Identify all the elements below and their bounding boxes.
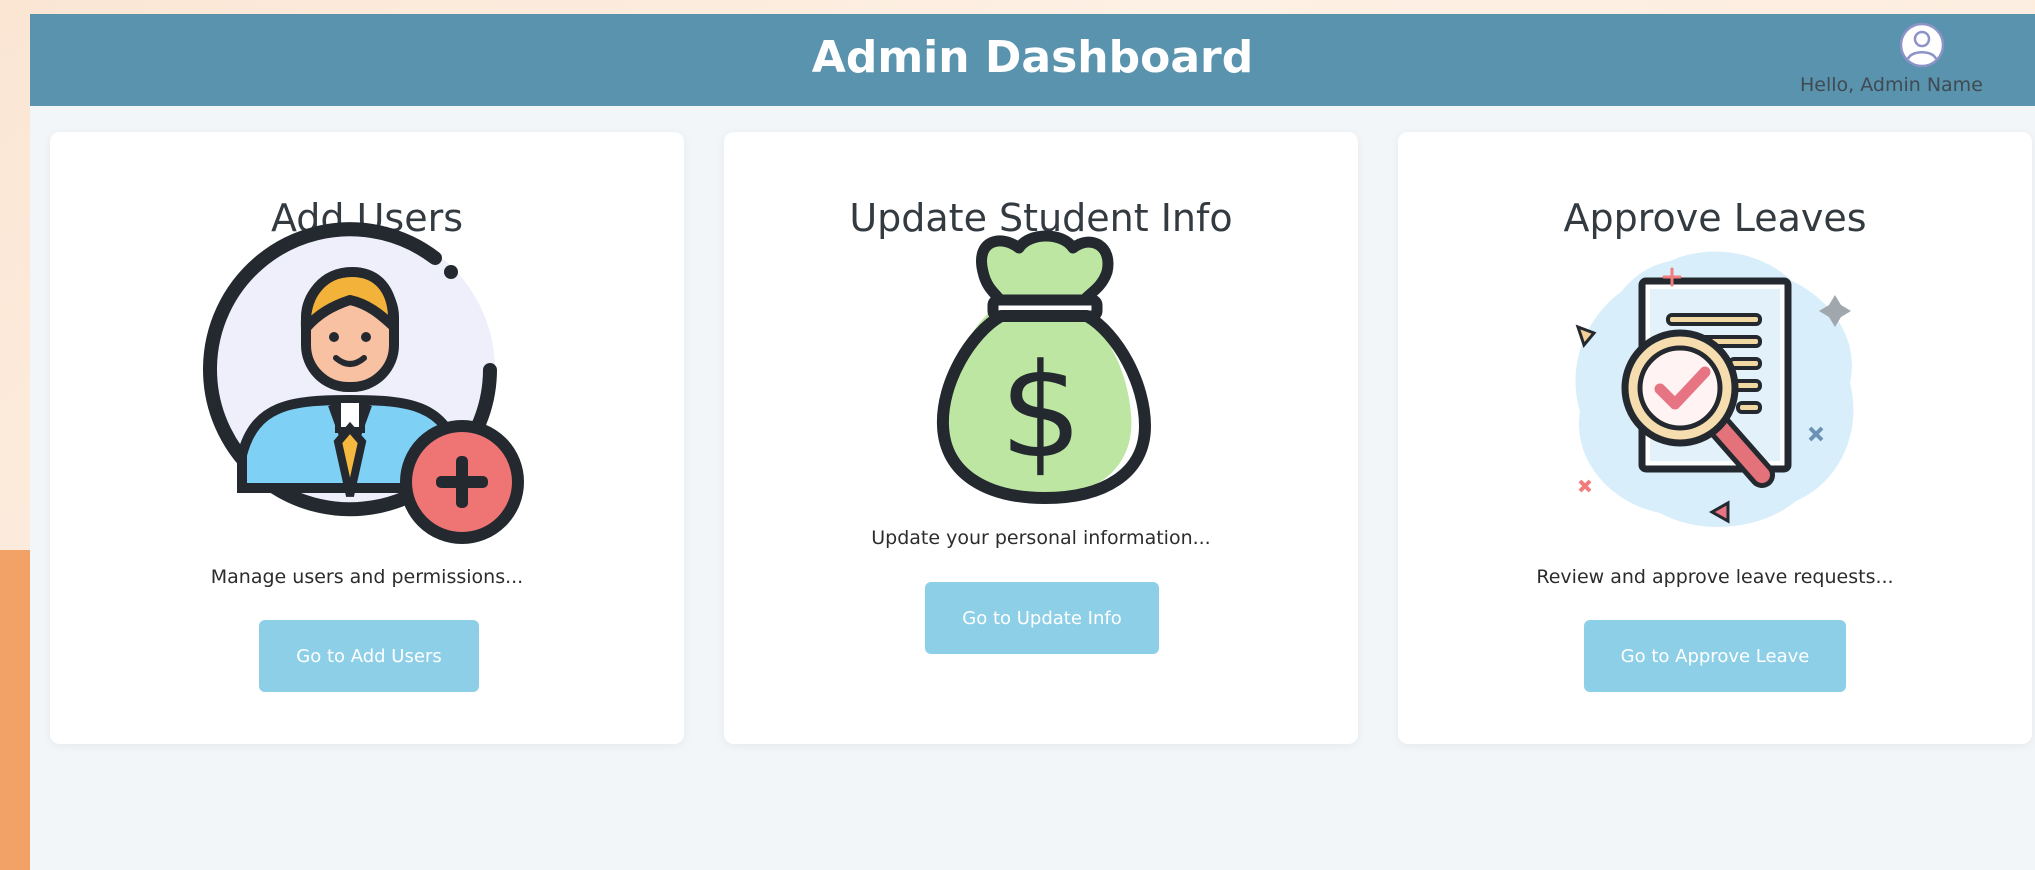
money-bag-icon: $: [936, 230, 1151, 504]
document-review-icon: [1575, 251, 1854, 527]
dashboard-app: Admin Dashboard Hello, Admin Name Add Us…: [30, 14, 2035, 870]
svg-text:$: $: [1000, 335, 1083, 487]
decorative-accent-bar: [0, 550, 30, 870]
card-description: Update your personal information...: [871, 527, 1211, 549]
user-greeting: Hello, Admin Name: [1800, 74, 1983, 96]
header-bar: Admin Dashboard Hello, Admin Name: [30, 14, 2035, 106]
add-users-card: Add Users Manage users and permissions..…: [50, 132, 684, 744]
user-avatar-icon[interactable]: [1899, 22, 1945, 68]
page-title: Admin Dashboard: [811, 32, 1254, 83]
add-user-icon: [203, 222, 524, 544]
card-description: Manage users and permissions...: [210, 566, 524, 588]
go-to-add-users-button[interactable]: Go to Add Users: [259, 620, 479, 692]
update-student-info-card: Update Student Info $ Update your person…: [724, 132, 1358, 744]
approve-leaves-card: Approve Leaves Review and approve leave …: [1398, 132, 2032, 744]
card-description: Review and approve leave requests...: [1536, 566, 1894, 588]
go-to-approve-leave-button[interactable]: Go to Approve Leave: [1584, 620, 1846, 692]
go-to-update-info-button[interactable]: Go to Update Info: [925, 582, 1159, 654]
